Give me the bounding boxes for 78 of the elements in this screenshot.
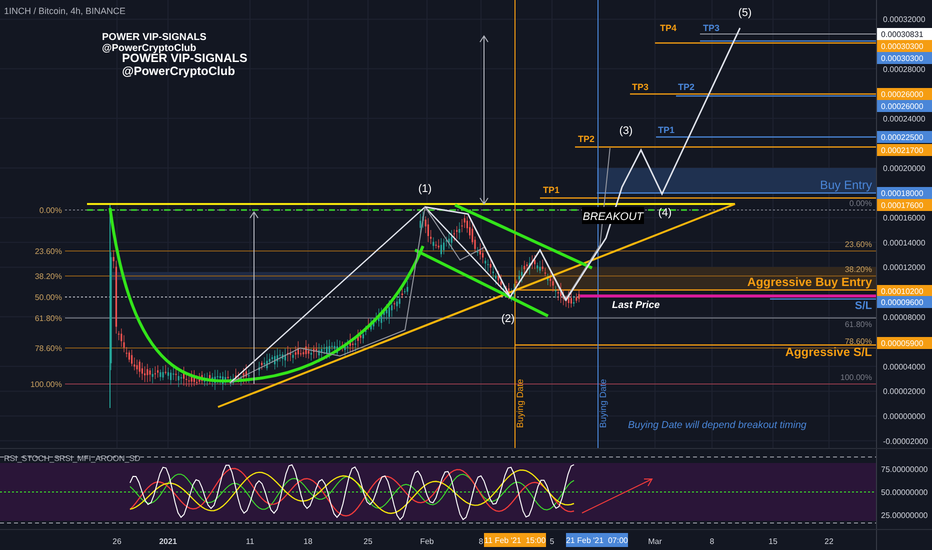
target-label: TP1: [658, 125, 675, 135]
wave-label: (1): [418, 183, 432, 195]
fib-level-label: 0.00%: [849, 199, 872, 208]
wave-label: (3): [619, 125, 633, 137]
fib-level-label: 23.60%: [34, 247, 62, 256]
price-axis-label: 0.00028000: [883, 64, 926, 74]
fib-level-label: 78.60%: [34, 344, 62, 353]
price-axis-label: 0.00014000: [883, 238, 926, 248]
wave-label: (4): [658, 207, 672, 219]
price-axis-label: 0.00004000: [883, 362, 926, 372]
fib-level-label: 0.00%: [39, 206, 62, 215]
price-axis-label: 0.00012000: [883, 263, 926, 272]
target-label: TP3: [703, 23, 720, 33]
time-axis-label: 22: [824, 537, 834, 546]
wave-label: (2): [501, 313, 515, 325]
time-axis-label: 11: [246, 537, 254, 546]
wave-label: (5): [738, 7, 752, 19]
price-tag: 0.00026000: [877, 100, 932, 112]
price-axis-label: 0.00020000: [883, 164, 926, 173]
price-tag: 0.00009600: [877, 296, 932, 308]
buying-date-label: Buying Date: [598, 378, 608, 428]
price-tag: 0.00005900: [877, 337, 932, 349]
indicator-axis-label: 25.00000000: [881, 511, 928, 520]
indicator-title: RSI_STOCH_SRSI_MFI_AROON_SD: [4, 454, 140, 463]
price-tag: 0.00017600: [877, 199, 932, 211]
price-axis-label: 0.00032000: [883, 15, 926, 24]
time-axis-label: 26: [112, 537, 122, 546]
time-axis-label: 18: [304, 537, 312, 546]
fib-level-label: 61.80%: [34, 314, 62, 323]
time-axis-label: 25: [364, 537, 372, 546]
fib-level-label: 38.20%: [34, 272, 62, 281]
note-text: Buying Date will depend breakout timing: [628, 420, 806, 431]
time-axis-label: 8: [710, 537, 714, 546]
time-tag: 21 Feb '21 07:00: [566, 533, 628, 547]
price-tag: 0.00030300: [877, 52, 932, 64]
indicator-axis-label: 50.00000000: [881, 488, 928, 497]
time-axis-label: Mar: [648, 537, 662, 546]
price-axis-label: 0.00002000: [883, 387, 926, 396]
level-label: Buy Entry: [820, 178, 872, 192]
time-tag: 11 Feb '21 15:00: [484, 533, 546, 547]
fib-level-label: 50.00%: [34, 293, 62, 302]
price-tag: 0.00021700: [877, 144, 932, 156]
target-label: TP1: [543, 185, 560, 195]
chart-note: POWER VIP-SIGNALS @PowerCryptoClub: [102, 32, 206, 54]
fib-level-label: 78.60%: [844, 337, 872, 346]
time-axis-label: 15: [768, 537, 778, 546]
price-tag: 0.00022500: [877, 131, 932, 143]
chart-title: 1INCH / Bitcoin, 4h, BINANCE: [4, 6, 126, 16]
price-axis-label: 0.00000000: [883, 412, 926, 421]
price-tag: 0.00030300: [877, 40, 932, 52]
price-axis-label: 0.00024000: [883, 114, 926, 124]
buying-date-label: Buying Date: [515, 378, 525, 428]
price-tag: 0.00010200: [877, 285, 932, 297]
fib-level-label: 23.60%: [844, 240, 872, 249]
time-axis-label: Feb: [420, 537, 434, 546]
price-axis-label: 0.00016000: [883, 214, 926, 223]
price-tag: 0.00018000: [877, 187, 932, 199]
price-axis-label: -0.00002000: [883, 436, 928, 446]
fib-level-label: 61.80%: [844, 320, 872, 329]
fib-level-label: 38.20%: [844, 265, 872, 274]
fib-level-label: 100.00%: [30, 380, 62, 389]
target-label: TP2: [678, 82, 695, 92]
time-axis-label: 5: [550, 537, 554, 546]
price-tag: 0.00030831: [877, 28, 932, 40]
level-label: Aggressive Buy Entry: [747, 275, 872, 289]
target-label: TP2: [578, 134, 595, 144]
last-price-label: Last Price: [612, 300, 660, 311]
target-label: TP4: [660, 23, 677, 33]
breakout-label: BREAKOUT: [582, 207, 644, 224]
level-label: Aggressive S/L: [785, 345, 872, 359]
level-label: S/L: [854, 300, 872, 312]
price-axis-label: 0.00008000: [883, 312, 926, 322]
time-axis-label: 8: [478, 537, 484, 546]
target-label: TP3: [632, 82, 649, 92]
indicator-axis-label: 75.00000000: [881, 465, 928, 474]
price-tag: 0.00026000: [877, 88, 932, 100]
time-axis-label: 2021: [159, 537, 177, 546]
fib-level-label: 100.00%: [840, 373, 872, 382]
